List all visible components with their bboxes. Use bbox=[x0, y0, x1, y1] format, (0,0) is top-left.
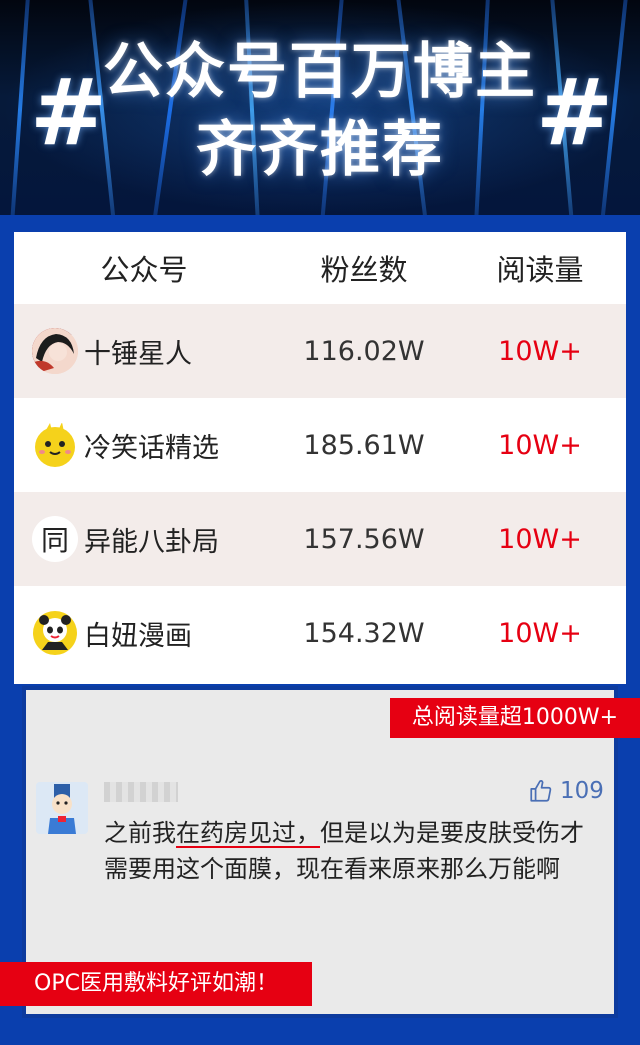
commenter-name-blurred bbox=[104, 782, 178, 802]
glyph-avatar-icon: 同 bbox=[32, 516, 78, 562]
like-count: 109 bbox=[560, 778, 604, 804]
account-name: 十锤星人 bbox=[84, 338, 192, 370]
yellow-chick-avatar-icon bbox=[32, 422, 78, 468]
portrait-avatar-icon bbox=[32, 328, 78, 374]
column-header-fans: 粉丝数 bbox=[320, 253, 408, 287]
comment-text: 之前我在药房见过，但是以为是要皮肤受伤才需要用这个面膜，现在看来原来那么万能啊 bbox=[104, 815, 594, 887]
comment-text-prefix: 之前我 bbox=[104, 819, 176, 847]
table-row: 十锤星人 116.02W 10W+ bbox=[14, 304, 626, 398]
fans-count: 157.56W bbox=[303, 523, 425, 555]
table-header: 公众号 粉丝数 阅读量 bbox=[14, 232, 626, 304]
fans-count: 154.32W bbox=[303, 617, 425, 649]
fans-count: 116.02W bbox=[303, 335, 425, 367]
blogger-table: 公众号 粉丝数 阅读量 十锤星人 116.02W 10W+ 冷笑话精选 185.… bbox=[14, 232, 626, 684]
account-cell: 十锤星人 bbox=[14, 328, 274, 374]
commenter-avatar-icon bbox=[36, 782, 88, 834]
account-cell: 冷笑话精选 bbox=[14, 422, 274, 468]
column-header-account: 公众号 bbox=[100, 253, 188, 287]
account-cell: 同 异能八卦局 bbox=[14, 516, 274, 562]
account-name: 异能八卦局 bbox=[84, 526, 219, 558]
panda-girl-avatar-icon bbox=[32, 610, 78, 656]
table-row: 同 异能八卦局 157.56W 10W+ bbox=[14, 492, 626, 586]
page-title-line2: 齐齐推荐 bbox=[196, 115, 444, 185]
fans-count: 185.61W bbox=[303, 429, 425, 461]
review-badge: OPC医用敷料好评如潮！ bbox=[0, 962, 312, 1006]
table-row: 白妞漫画 154.32W 10W+ bbox=[14, 586, 626, 680]
like-button[interactable]: 109 bbox=[528, 778, 604, 804]
account-name: 白妞漫画 bbox=[84, 620, 192, 652]
account-cell: 白妞漫画 bbox=[14, 610, 274, 656]
comment-text-underlined: 在药房见过， bbox=[176, 819, 320, 847]
reads-count: 10W+ bbox=[498, 429, 582, 461]
thumbs-up-icon bbox=[530, 780, 552, 802]
table-row: 冷笑话精选 185.61W 10W+ bbox=[14, 398, 626, 492]
header-banner: # # 公众号百万博主 齐齐推荐 bbox=[0, 0, 640, 215]
account-name: 冷笑话精选 bbox=[84, 432, 219, 464]
reads-count: 10W+ bbox=[498, 335, 582, 367]
reads-count: 10W+ bbox=[498, 523, 582, 555]
reads-count: 10W+ bbox=[498, 617, 582, 649]
column-header-reads: 阅读量 bbox=[496, 253, 584, 287]
page-title-line1: 公众号百万博主 bbox=[103, 37, 537, 107]
total-reads-badge: 总阅读量超1000W+ bbox=[390, 698, 640, 738]
